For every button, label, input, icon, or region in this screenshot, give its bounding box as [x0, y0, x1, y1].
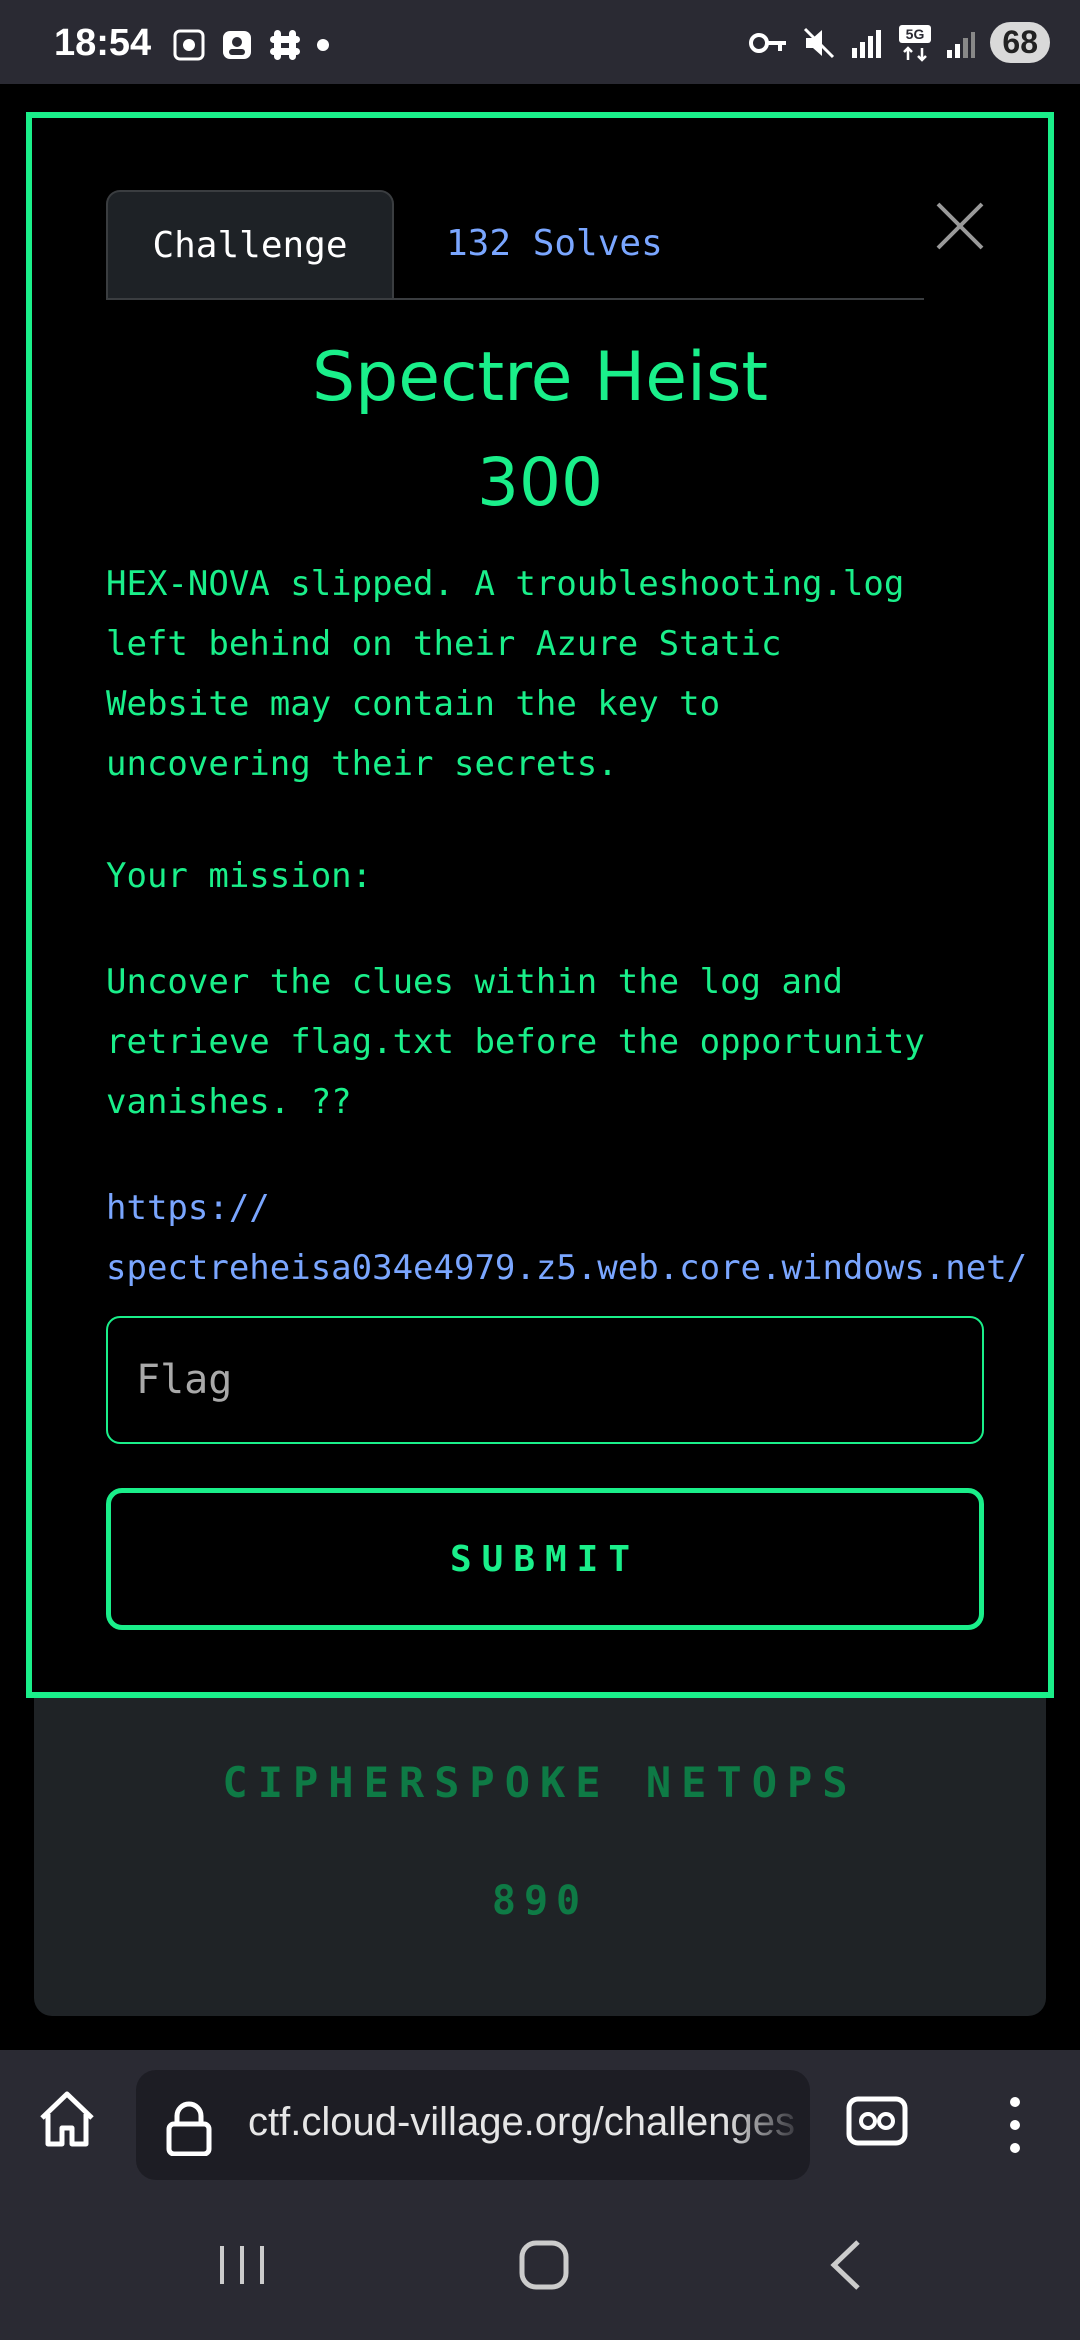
mission-heading: Your mission: — [106, 856, 373, 896]
status-right: 5G 68 — [748, 22, 1050, 63]
challenge-points: 300 — [477, 444, 603, 521]
status-bar: 18:54 5G 68 — [0, 0, 1080, 84]
browser-toolbar: ctf.cloud-village.org/challenges — [0, 2050, 1080, 2190]
slack-icon — [270, 30, 300, 60]
5g-icon: 5G — [899, 24, 932, 62]
more-menu-icon[interactable] — [1000, 2090, 1030, 2160]
mission-text: Uncover the clues within the log and ret… — [106, 962, 925, 1122]
status-time: 18:54 — [54, 22, 152, 64]
recents-icon[interactable] — [182, 2190, 302, 2340]
close-icon[interactable] — [932, 198, 988, 254]
home-icon[interactable] — [34, 2086, 100, 2152]
background-card-title: CIPHERSPOKE NETOPS — [222, 1758, 858, 1807]
challenge-modal: Challenge 132 Solves Spectre Heist 300 H… — [26, 112, 1054, 1698]
battery-indicator: 68 — [990, 22, 1050, 63]
signal-icon — [947, 31, 976, 58]
tab-solves[interactable]: 132 Solves — [446, 190, 663, 298]
challenge-link[interactable]: https:// spectreheisa034e4979.z5.web.cor… — [106, 1178, 1080, 1298]
notification-icons — [172, 28, 330, 62]
modal-tabs: Challenge 132 Solves — [106, 190, 924, 300]
more-notifications-dot — [317, 39, 329, 51]
back-icon[interactable] — [786, 2190, 906, 2340]
background-challenge-card[interactable]: CIPHERSPOKE NETOPS 890 — [34, 1690, 1046, 2016]
lock-icon — [166, 2101, 212, 2156]
url-text: ctf.cloud-village.org/challenges — [248, 2100, 795, 2144]
mute-icon — [804, 27, 835, 58]
challenge-description: HEX-NOVA slipped. A troubleshooting.log … — [106, 564, 905, 784]
background-card-points: 890 — [491, 1878, 589, 1924]
vpn-key-icon — [749, 32, 787, 53]
home-nav-icon[interactable] — [484, 2190, 604, 2340]
app-notification-icon — [223, 31, 251, 59]
tab-challenge[interactable]: Challenge — [106, 190, 394, 298]
submit-button[interactable]: SUBMIT — [106, 1488, 984, 1630]
svg-text:5G: 5G — [906, 26, 925, 42]
signal-r-icon — [852, 29, 882, 58]
screenshot-icon — [173, 29, 205, 61]
system-navigation-bar — [0, 2190, 1080, 2340]
flag-input[interactable] — [106, 1316, 984, 1444]
incognito-tabs-icon[interactable] — [846, 2096, 908, 2146]
challenge-title: Spectre Heist — [311, 338, 769, 417]
address-bar[interactable]: ctf.cloud-village.org/challenges — [136, 2070, 810, 2180]
